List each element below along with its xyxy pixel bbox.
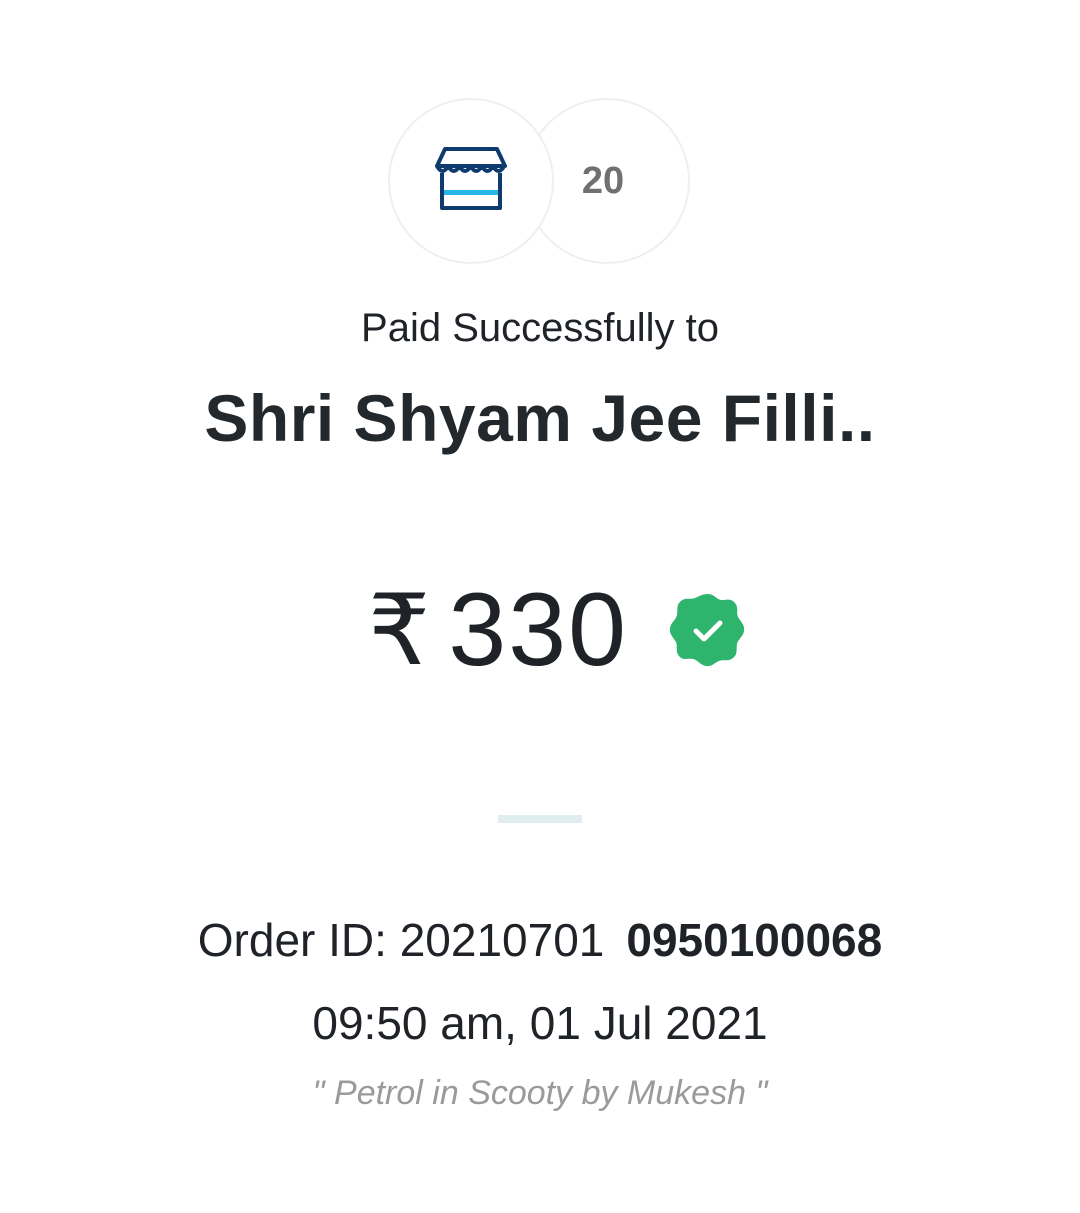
- transaction-datetime: 09:50 am, 01 Jul 2021: [312, 997, 768, 1049]
- order-id-label: Order ID: 20210701: [197, 914, 605, 966]
- avatar-group: 20: [388, 98, 692, 268]
- amount-value: 330: [448, 572, 628, 688]
- section-divider: [498, 815, 582, 823]
- merchant-avatar[interactable]: [388, 98, 554, 264]
- payment-status-label: Paid Successfully to: [361, 306, 719, 350]
- currency-symbol: ₹: [368, 575, 431, 685]
- order-id-bold: 0950100068: [626, 914, 883, 966]
- payment-note: " Petrol in Scooty by Mukesh ": [312, 1074, 768, 1112]
- storefront-icon: [435, 146, 507, 217]
- merchant-name: Shri Shyam Jee Filli..: [204, 381, 876, 455]
- verified-check-badge-icon: [668, 590, 748, 670]
- order-id-row: Order ID: 20210701 0950100068: [0, 913, 1080, 967]
- amount-row: ₹ 330: [0, 570, 1080, 690]
- payment-count: 20: [581, 159, 625, 202]
